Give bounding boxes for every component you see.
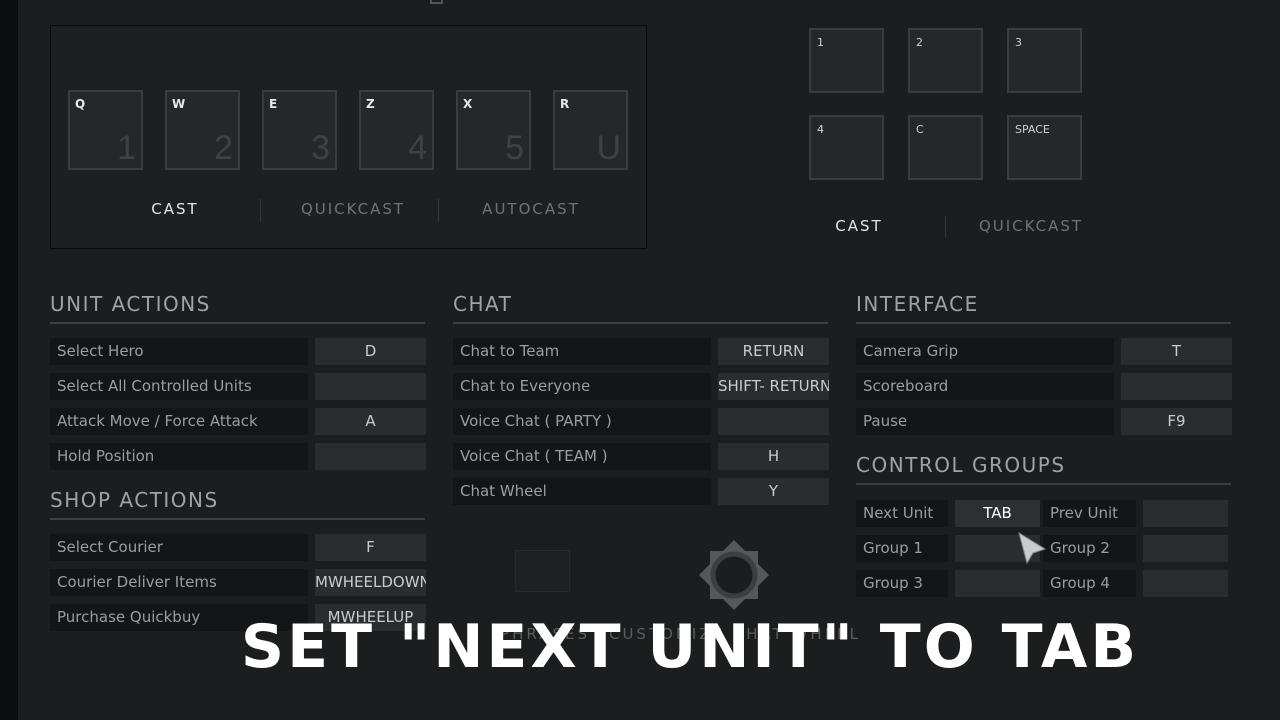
item-slot[interactable]: 4 bbox=[809, 115, 884, 180]
binding-key-button[interactable] bbox=[315, 373, 426, 400]
ability-key: W bbox=[172, 97, 186, 111]
binding-key-button[interactable]: MWHEELDOWN bbox=[315, 569, 426, 596]
control-group-label: Next Unit bbox=[856, 500, 948, 527]
chat-wheel-icon bbox=[699, 540, 769, 610]
item-tab-cast[interactable]: CAST bbox=[835, 217, 882, 235]
binding-key-button[interactable]: SHIFT- RETURN bbox=[718, 373, 829, 400]
ability-slot[interactable]: Z4 bbox=[359, 90, 434, 170]
binding-label: Attack Move / Force Attack bbox=[50, 408, 308, 435]
binding-key-button[interactable]: T bbox=[1121, 338, 1232, 365]
binding-label: Voice Chat ( TEAM ) bbox=[453, 443, 711, 470]
item-key: 4 bbox=[817, 123, 824, 136]
ability-slot-number: 2 bbox=[214, 129, 233, 167]
binding-key-button[interactable]: D bbox=[315, 338, 426, 365]
binding-key-button[interactable]: F9 bbox=[1121, 408, 1232, 435]
item-slot[interactable]: C bbox=[908, 115, 983, 180]
binding-label: Scoreboard bbox=[856, 373, 1114, 400]
item-key: C bbox=[916, 123, 924, 136]
binding-label: Select Hero bbox=[50, 338, 308, 365]
chat-header: CHAT bbox=[453, 292, 828, 324]
ability-slot[interactable]: Q1 bbox=[68, 90, 143, 170]
item-slot[interactable]: 2 bbox=[908, 28, 983, 93]
ability-key: R bbox=[560, 97, 570, 111]
ability-slot[interactable]: E3 bbox=[262, 90, 337, 170]
binding-label: Voice Chat ( PARTY ) bbox=[453, 408, 711, 435]
ability-slot[interactable]: W2 bbox=[165, 90, 240, 170]
binding-key-button[interactable]: Y bbox=[718, 478, 829, 505]
ability-key: E bbox=[269, 97, 278, 111]
binding-label: Chat to Everyone bbox=[453, 373, 711, 400]
ability-key: Q bbox=[75, 97, 86, 111]
control-group-label: Group 4 bbox=[1043, 570, 1136, 597]
tab-divider bbox=[945, 216, 946, 238]
binding-key-button[interactable]: H bbox=[718, 443, 829, 470]
item-key: SPACE bbox=[1015, 123, 1050, 136]
binding-key-button[interactable]: A bbox=[315, 408, 426, 435]
ability-slot[interactable]: RU bbox=[553, 90, 628, 170]
binding-label: Chat Wheel bbox=[453, 478, 711, 505]
binding-label: Chat to Team bbox=[453, 338, 711, 365]
control-groups-header: CONTROL GROUPS bbox=[856, 453, 1231, 485]
binding-key-button[interactable] bbox=[315, 443, 426, 470]
control-group-label: Prev Unit bbox=[1043, 500, 1136, 527]
ability-slot-number: 1 bbox=[117, 129, 136, 167]
ability-tab-quickcast[interactable]: QUICKCAST bbox=[301, 200, 405, 218]
binding-label: Select Courier bbox=[50, 534, 308, 561]
control-group-label: Group 3 bbox=[856, 570, 948, 597]
item-slot[interactable]: SPACE bbox=[1007, 115, 1082, 180]
binding-key-button[interactable] bbox=[718, 408, 829, 435]
top-checkbox[interactable] bbox=[430, 0, 443, 4]
shop-actions-header: SHOP ACTIONS bbox=[50, 488, 425, 520]
item-key: 1 bbox=[817, 36, 824, 49]
control-group-label: Group 1 bbox=[856, 535, 948, 562]
ability-tab-cast[interactable]: CAST bbox=[151, 200, 198, 218]
item-key: 2 bbox=[916, 36, 923, 49]
mouse-cursor-icon bbox=[1018, 531, 1047, 565]
video-caption: SET "NEXT UNIT" TO TAB bbox=[240, 612, 1140, 682]
binding-label: Courier Deliver Items bbox=[50, 569, 308, 596]
interface-header: INTERFACE bbox=[856, 292, 1231, 324]
ability-slot-number: 3 bbox=[311, 129, 330, 167]
control-group-label: Group 2 bbox=[1043, 535, 1136, 562]
control-group-key-button[interactable] bbox=[1143, 570, 1228, 597]
control-group-key-button[interactable] bbox=[1143, 535, 1228, 562]
ability-slot[interactable]: X5 bbox=[456, 90, 531, 170]
binding-label: Select All Controlled Units bbox=[50, 373, 308, 400]
item-tab-quickcast[interactable]: QUICKCAST bbox=[979, 217, 1083, 235]
tab-divider bbox=[438, 199, 439, 221]
ability-slot-number: U bbox=[596, 129, 621, 167]
item-slot[interactable]: 3 bbox=[1007, 28, 1082, 93]
binding-label: Camera Grip bbox=[856, 338, 1114, 365]
ability-slot-number: 4 bbox=[408, 129, 427, 167]
ability-key: X bbox=[463, 97, 473, 111]
unit-actions-header: UNIT ACTIONS bbox=[50, 292, 425, 324]
binding-key-button[interactable]: RETURN bbox=[718, 338, 829, 365]
control-group-key-button[interactable] bbox=[955, 570, 1040, 597]
ability-slot-number: 5 bbox=[505, 129, 524, 167]
binding-key-button[interactable]: F bbox=[315, 534, 426, 561]
control-group-key-button[interactable]: TAB bbox=[955, 500, 1040, 527]
phrases-icon bbox=[515, 550, 570, 592]
item-slot[interactable]: 1 bbox=[809, 28, 884, 93]
binding-label: Hold Position bbox=[50, 443, 308, 470]
tab-divider bbox=[260, 199, 261, 221]
control-group-key-button[interactable] bbox=[1143, 500, 1228, 527]
item-key: 3 bbox=[1015, 36, 1022, 49]
ability-key: Z bbox=[366, 97, 375, 111]
binding-key-button[interactable] bbox=[1121, 373, 1232, 400]
binding-label: Pause bbox=[856, 408, 1114, 435]
ability-tab-autocast[interactable]: AUTOCAST bbox=[482, 200, 580, 218]
